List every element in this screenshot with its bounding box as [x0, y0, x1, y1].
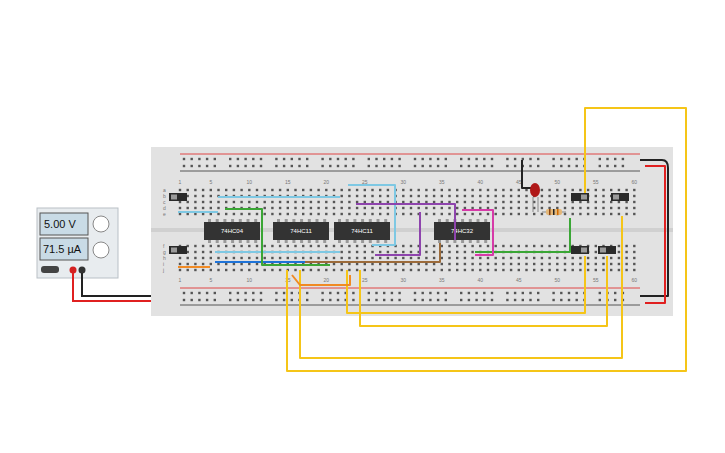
wire[interactable]	[292, 275, 350, 285]
chip-label: 74HC04	[221, 228, 244, 234]
wire[interactable]	[475, 218, 570, 252]
wire[interactable]	[522, 160, 532, 188]
column-number: 45	[516, 277, 522, 283]
column-number: 55	[593, 179, 599, 185]
column-number: 15	[285, 179, 291, 185]
column-number: 50	[555, 277, 561, 283]
current-display	[40, 238, 88, 260]
breadboard: 1155101015152020252530303535404045455050…	[151, 147, 673, 316]
wire[interactable]	[645, 166, 665, 303]
positive-terminal-icon[interactable]	[70, 267, 77, 274]
ic-chip[interactable]: 74HC04	[204, 219, 260, 243]
circuit-diagram: 5.00 V71.5 µA115510101515202025253030353…	[0, 0, 725, 453]
voltage-knob-icon[interactable]	[93, 216, 109, 232]
column-number: 50	[555, 179, 561, 185]
circuit-canvas: 5.00 V71.5 µA115510101515202025253030353…	[0, 0, 725, 453]
column-number: 55	[593, 277, 599, 283]
wire[interactable]	[360, 256, 607, 326]
slide-switch[interactable]	[571, 193, 589, 201]
column-number: 35	[439, 179, 445, 185]
power-button[interactable]	[41, 266, 59, 273]
column-number: 1	[179, 179, 182, 185]
column-number: 40	[478, 277, 484, 283]
wire[interactable]	[640, 160, 668, 296]
wire[interactable]	[178, 211, 218, 213]
column-number: 25	[362, 277, 368, 283]
column-number: 40	[478, 179, 484, 185]
current-reading: 71.5 µA	[43, 243, 82, 255]
slide-switch[interactable]	[598, 246, 616, 254]
wire[interactable]	[300, 216, 622, 358]
wire[interactable]	[215, 251, 340, 253]
row-letter: e	[163, 211, 166, 217]
ic-chip[interactable]: 74HC11	[273, 219, 329, 243]
wire[interactable]	[462, 210, 493, 255]
wire[interactable]	[225, 209, 330, 265]
column-number: 30	[401, 277, 407, 283]
column-number: 60	[632, 277, 638, 283]
ic-chip[interactable]: 74HC32	[434, 219, 490, 243]
column-number: 45	[516, 179, 522, 185]
column-number: 10	[247, 277, 253, 283]
column-number: 10	[247, 179, 253, 185]
wire[interactable]	[218, 196, 340, 198]
wire[interactable]	[375, 212, 420, 255]
row-letter: j	[162, 267, 164, 273]
wire[interactable]	[347, 256, 585, 313]
slide-switch[interactable]	[571, 246, 589, 254]
column-number: 20	[324, 277, 330, 283]
wire[interactable]	[305, 243, 440, 262]
chip-label: 74HC11	[351, 228, 373, 234]
column-number: 30	[401, 179, 407, 185]
column-number: 5	[209, 179, 212, 185]
power-supply[interactable]: 5.00 V 71.5 µA	[37, 208, 118, 278]
column-number: 1	[179, 277, 182, 283]
column-number: 35	[439, 277, 445, 283]
wire[interactable]	[356, 204, 455, 240]
chip-label: 74HC11	[290, 228, 312, 234]
led-icon[interactable]	[530, 183, 540, 212]
column-number: 5	[209, 277, 212, 283]
ic-chip[interactable]: 74HC11	[334, 219, 390, 243]
resistor-icon[interactable]	[542, 209, 566, 215]
current-knob-icon[interactable]	[93, 242, 109, 258]
column-number: 60	[632, 179, 638, 185]
column-number: 20	[324, 179, 330, 185]
voltage-display	[40, 213, 88, 235]
wire[interactable]	[178, 266, 210, 268]
slide-switch[interactable]	[169, 193, 187, 201]
slide-switch[interactable]	[611, 193, 629, 201]
wire[interactable]	[287, 108, 686, 371]
wire[interactable]	[348, 185, 395, 245]
slide-switch[interactable]	[169, 246, 187, 254]
negative-terminal-icon[interactable]	[79, 267, 86, 274]
voltage-reading: 5.00 V	[44, 218, 76, 230]
